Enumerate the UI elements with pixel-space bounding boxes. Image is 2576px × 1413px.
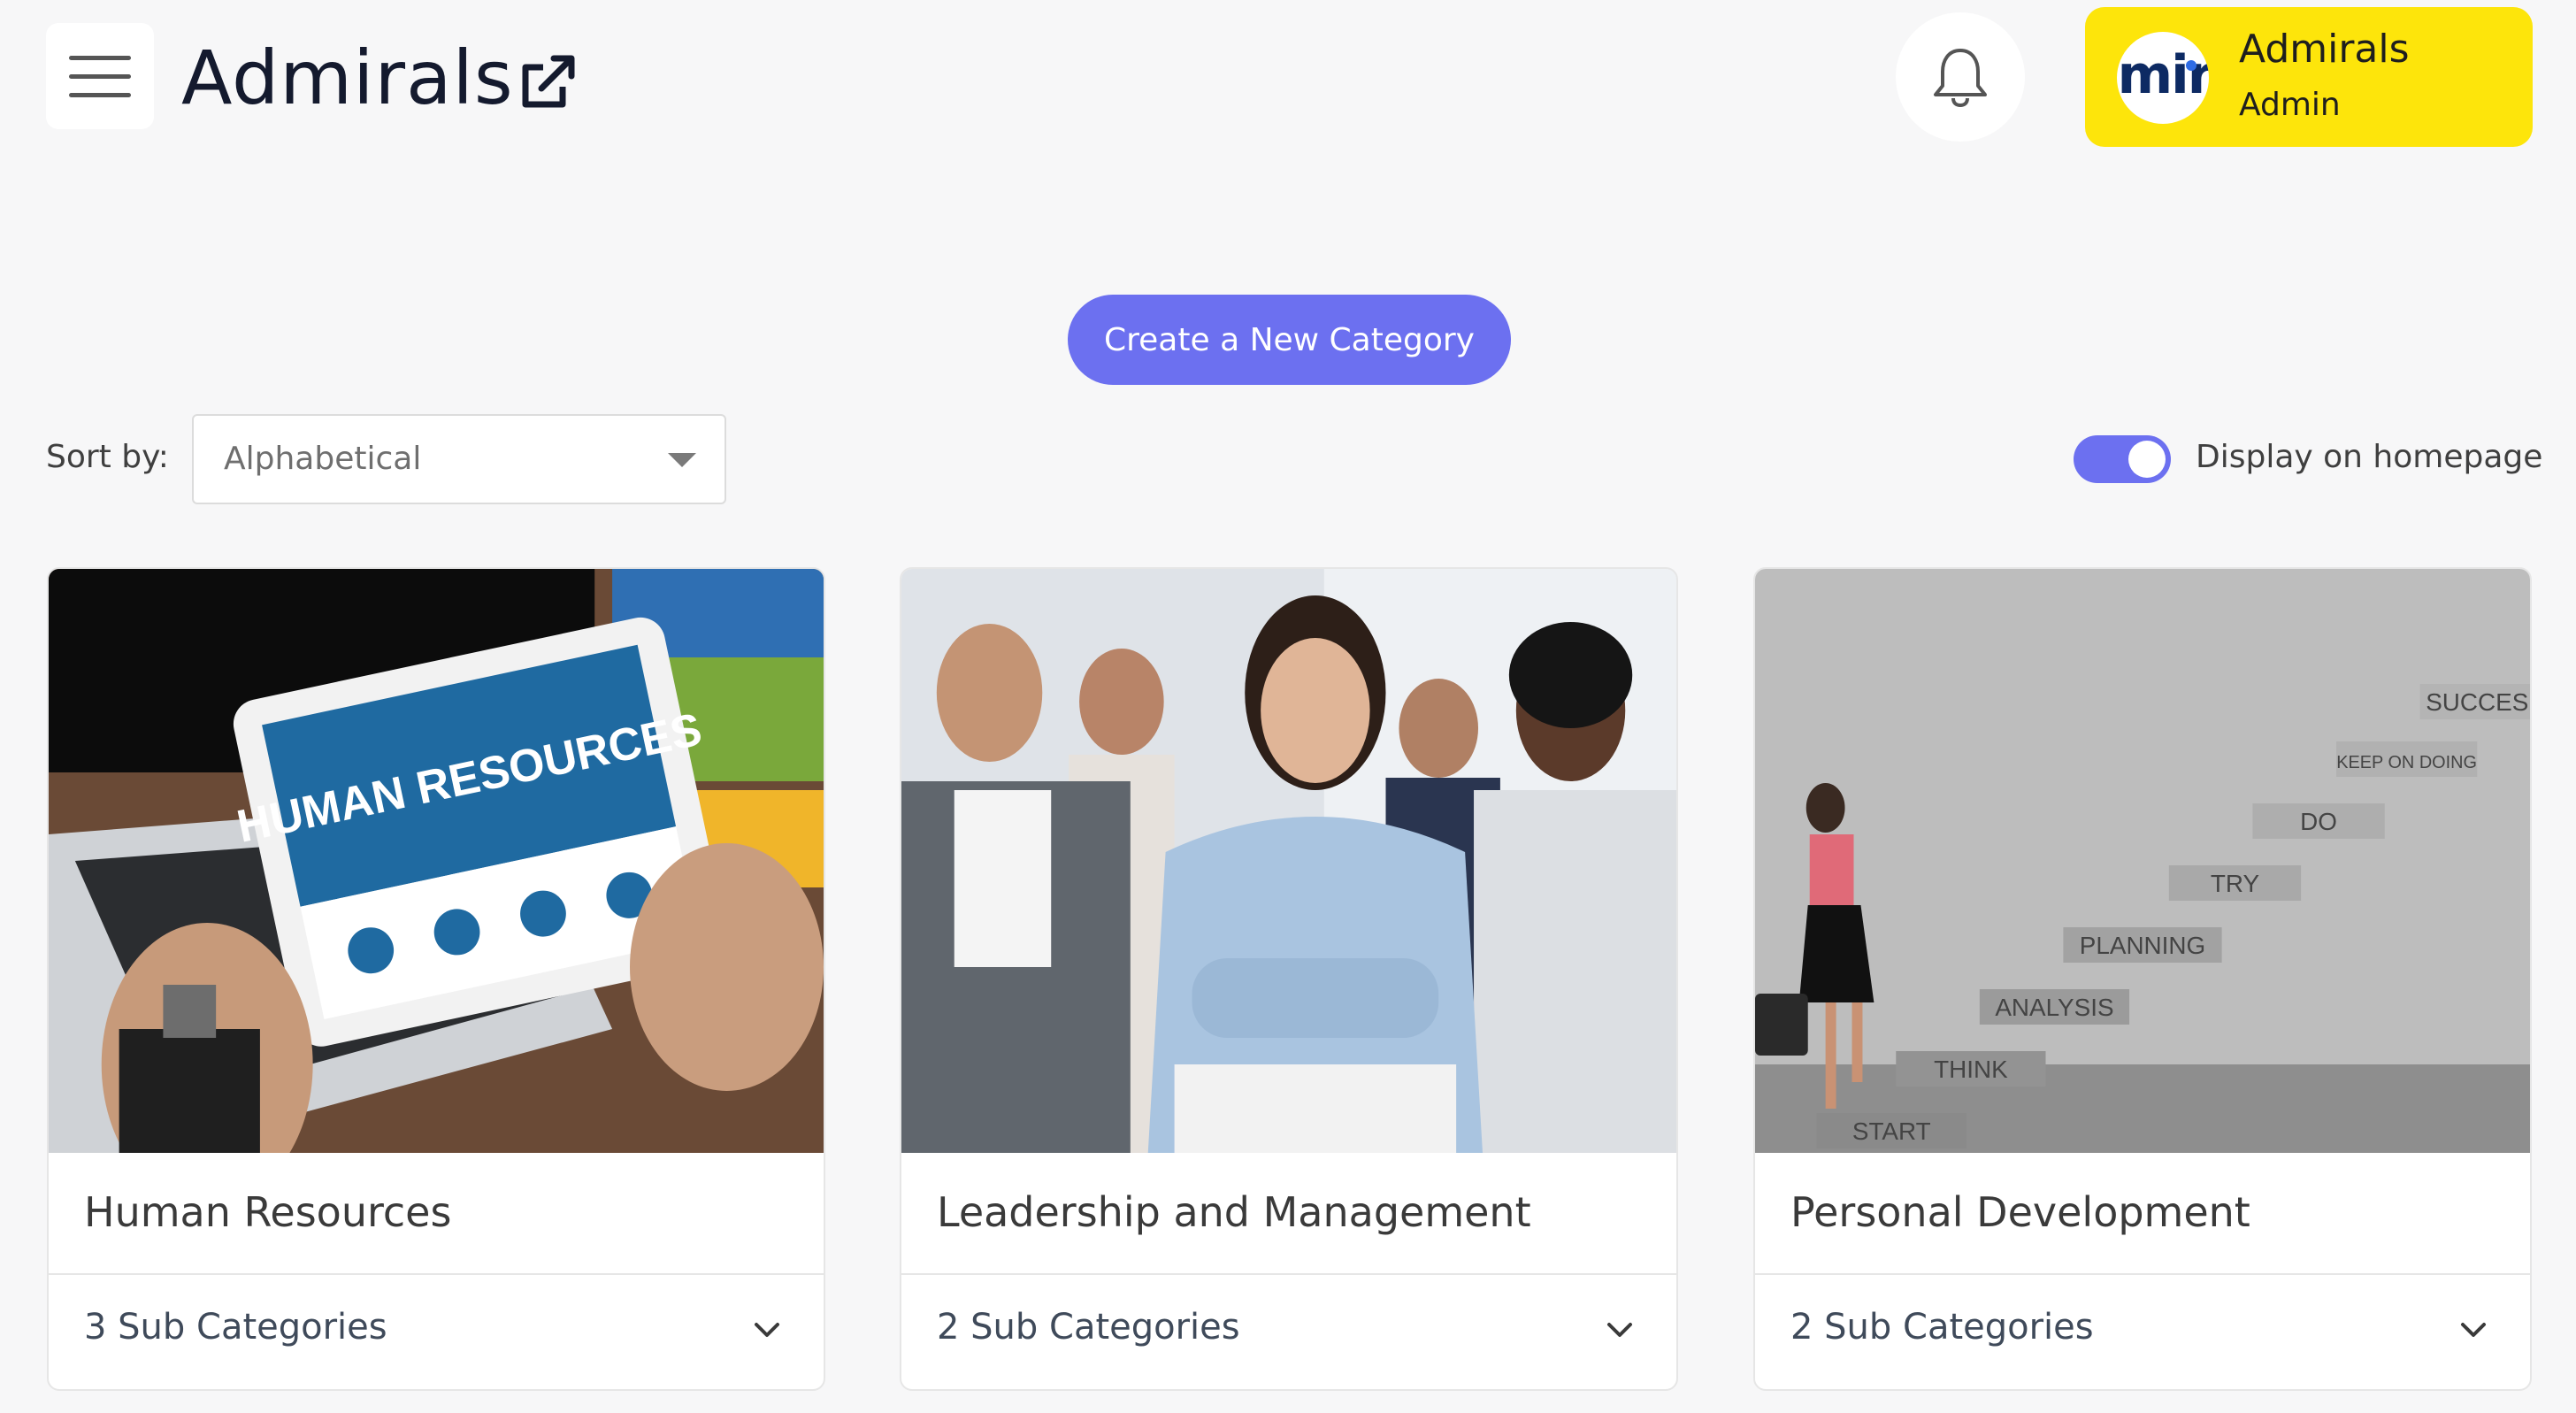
category-title: Personal Development (1790, 1188, 2250, 1236)
category-image: START THINK ANALYSIS PLANNING TRY DO KEE… (1755, 569, 2530, 1153)
toggle-label: Display on homepage (2196, 439, 2543, 475)
subcategory-count: 2 Sub Categories (1790, 1307, 2094, 1348)
step-label: PLANNING (2080, 932, 2205, 959)
create-category-button[interactable]: Create a New Category (1068, 295, 1511, 385)
category-card-human-resources[interactable]: HUMAN RESOURCES Human Resources 3 Sub Ca… (47, 567, 825, 1391)
subcategory-count: 3 Sub Categories (84, 1307, 387, 1348)
category-card-personal-development[interactable]: START THINK ANALYSIS PLANNING TRY DO KEE… (1753, 567, 2532, 1391)
chevron-down-icon[interactable] (2457, 1314, 2489, 1346)
avatar: mir (2117, 32, 2209, 124)
caret-down-icon (668, 453, 696, 467)
step-label: TRY (2211, 870, 2260, 897)
external-link-icon[interactable] (517, 53, 579, 111)
page-title: Admirals (181, 35, 514, 121)
step-label: THINK (1934, 1056, 2008, 1083)
category-title: Human Resources (84, 1188, 452, 1236)
sort-value: Alphabetical (224, 441, 422, 477)
subcategory-count: 2 Sub Categories (937, 1307, 1240, 1348)
menu-button[interactable] (46, 23, 154, 129)
category-image: HUMAN RESOURCES (49, 569, 824, 1153)
chevron-down-icon[interactable] (1604, 1314, 1636, 1346)
display-homepage-toggle[interactable] (2074, 435, 2171, 483)
sort-select[interactable]: Alphabetical (192, 414, 726, 504)
category-image (901, 569, 1676, 1153)
step-label: START (1852, 1117, 1931, 1145)
bell-icon (1934, 49, 1987, 108)
profile-card[interactable]: mir Admirals Admin (2085, 7, 2533, 147)
step-label: SUCCES (2426, 688, 2528, 716)
profile-role: Admin (2239, 87, 2341, 123)
profile-name: Admirals (2239, 27, 2410, 72)
chevron-down-icon[interactable] (751, 1314, 783, 1346)
step-label: KEEP ON DOING (2336, 753, 2477, 772)
avatar-logo-text: mir (2117, 44, 2209, 106)
category-title: Leadership and Management (937, 1188, 1531, 1236)
sort-label: Sort by: (46, 439, 169, 475)
notifications-button[interactable] (1896, 12, 2025, 142)
category-card-leadership[interactable]: Leadership and Management 2 Sub Categori… (900, 567, 1678, 1391)
step-label: ANALYSIS (1995, 994, 2113, 1021)
step-label: DO (2300, 808, 2337, 835)
toggle-knob (2128, 441, 2166, 478)
hamburger-icon (69, 55, 131, 60)
